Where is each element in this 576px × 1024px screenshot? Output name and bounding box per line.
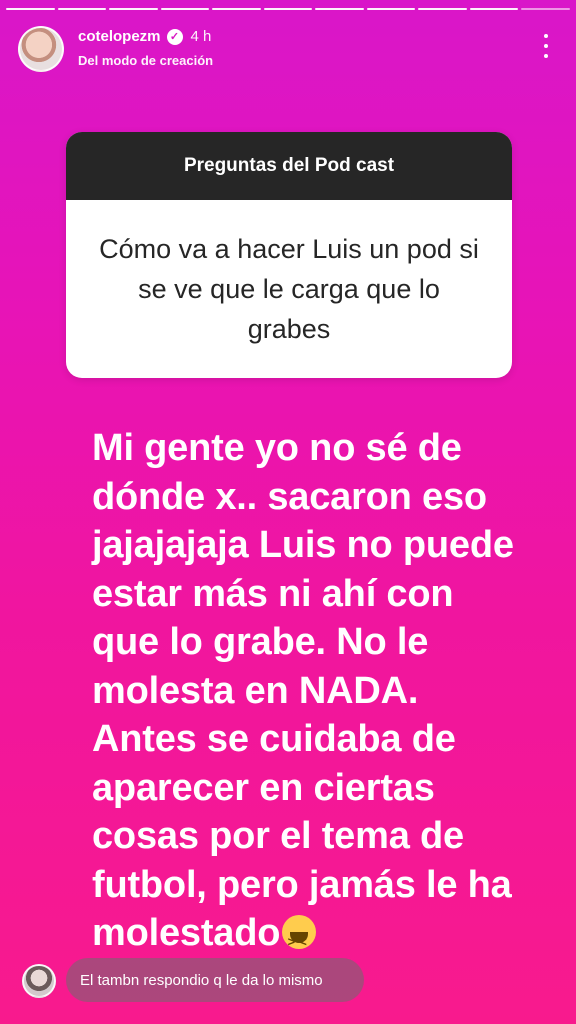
progress-segment [6, 8, 55, 10]
progress-segment [418, 8, 467, 10]
more-vertical-icon[interactable] [540, 34, 552, 58]
progress-segment [263, 8, 313, 10]
reply-avatar [22, 964, 56, 998]
reply-bubble[interactable]: El tambn respondio q le da lo mismo [66, 958, 364, 1002]
story-subtitle: Del modo de creación [78, 53, 214, 68]
story-progress-bar [6, 8, 571, 10]
progress-segment [57, 8, 107, 10]
progress-segment [366, 8, 416, 10]
username[interactable]: cotelopezm [78, 28, 161, 45]
story-header: cotelopezm ✓ 4 h Del modo de creación [16, 22, 560, 74]
user-avatar[interactable] [18, 26, 64, 72]
verified-badge-icon: ✓ [166, 28, 183, 45]
grinning-squinting-face-icon [282, 915, 317, 967]
question-sticker[interactable]: Preguntas del Pod cast Cómo va a hacer L… [66, 132, 512, 378]
progress-segment [315, 8, 364, 10]
progress-segment-current [521, 8, 571, 10]
progress-segment [212, 8, 261, 10]
user-line: cotelopezm ✓ 4 h [78, 28, 211, 45]
answer-text: Mi gente yo no sé de dónde x.. sacaron e… [92, 427, 514, 954]
reply-text: El tambn respondio q le da lo mismo [80, 971, 323, 989]
question-title: Preguntas del Pod cast [66, 132, 512, 200]
progress-segment [109, 8, 158, 10]
time-ago: 4 h [190, 28, 212, 45]
answer-text-block: Mi gente yo no sé de dónde x.. sacaron e… [92, 424, 522, 967]
progress-segment [160, 8, 210, 10]
progress-segment [469, 8, 519, 10]
question-text: Cómo va a hacer Luis un pod si se ve que… [99, 234, 479, 344]
